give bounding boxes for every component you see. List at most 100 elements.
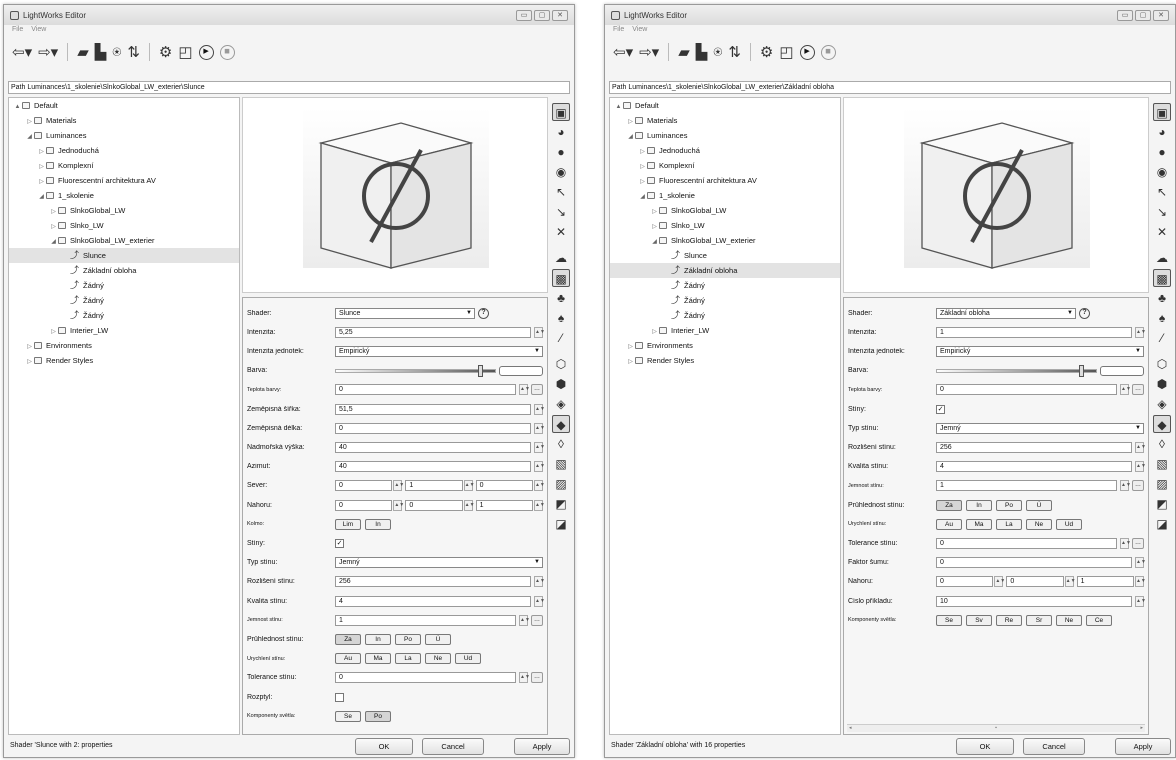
spot-icon[interactable]: ♠ [552,309,570,327]
cube-selected-icon[interactable]: ◆ [1153,415,1171,433]
sky-icon[interactable]: ▩ [1153,269,1171,287]
property-input[interactable]: 40 [335,461,531,473]
expand-icon[interactable]: ▷ [626,355,635,370]
play-icon[interactable]: ▶ [799,44,815,60]
menu-file[interactable]: File [613,26,624,36]
option-button[interactable]: La [996,518,1022,530]
tree-item[interactable]: ⤴ Žádný [9,308,239,323]
spin-button[interactable]: ▲▼ [393,499,404,511]
tree-item[interactable]: ▷ Materials [610,113,840,128]
tree-item[interactable]: ▷ Slnko_LW [610,218,840,233]
vector-input[interactable]: 0 [936,576,994,588]
expand-icon[interactable]: ▷ [25,355,34,370]
cloud-icon[interactable]: ☁ [552,249,570,267]
spin-button[interactable]: ▲▼ [519,672,530,684]
vector-input[interactable]: 0 [1006,576,1064,588]
vector-input[interactable]: 0 [475,480,533,492]
option-button[interactable]: In [365,518,391,530]
vector-input[interactable]: 0 [335,480,393,492]
cube-icon[interactable]: ⬡ [1153,355,1171,373]
maximize-button[interactable]: ▢ [534,9,550,21]
spin-button[interactable]: ▲▼ [1135,441,1146,453]
tree-item[interactable]: ⤴ Žádný [610,293,840,308]
spin-button[interactable]: ▲▼ [519,614,530,626]
path-field[interactable]: Path Luminances\1_skolenie\SlnkoGlobal_L… [609,81,1171,94]
property-dropdown[interactable]: Slunce ▼ [335,307,475,319]
slider-handle[interactable] [478,364,483,377]
spin-button[interactable]: ▲▼ [994,576,1005,588]
spin-button[interactable]: ▲▼ [1120,480,1131,492]
spin-button[interactable]: ▲▼ [533,499,545,511]
spin-button[interactable]: ▲▼ [1120,537,1131,549]
spin-button[interactable]: ▲▼ [393,480,404,492]
tree-item[interactable]: ▷ Komplexní [610,158,840,173]
tree-item[interactable]: ▷ Environments [9,338,239,353]
paint-cursor-icon[interactable]: ↘ [1153,203,1171,221]
option-button[interactable]: Ú [425,633,451,645]
tree-item[interactable]: ◢ 1_skolenie [610,188,840,203]
menu-view[interactable]: View [31,26,46,36]
vector-input[interactable]: 1 [475,499,533,511]
layout-icon[interactable]: ◰ [779,45,793,60]
option-button[interactable]: Sr [1026,614,1052,626]
reference-button[interactable]: … [1132,480,1144,492]
stop-icon[interactable]: ◼ [219,44,235,60]
reference-button[interactable]: … [531,672,543,684]
spin-button[interactable]: ▲▼ [463,480,475,492]
slider-handle[interactable] [1079,364,1084,377]
option-button[interactable]: Ud [455,653,481,665]
sphere-icon[interactable]: ◕ [1153,123,1171,141]
export-icon[interactable]: ⍟ [112,45,121,60]
tree-item[interactable]: ⤴ Žádný [610,308,840,323]
property-input[interactable]: 0 [936,537,1117,549]
tree-item[interactable]: ▷ Render Styles [9,353,239,368]
close-button[interactable]: ✕ [552,9,568,21]
cube-light-icon[interactable]: ⬢ [552,375,570,393]
tree-item[interactable]: ⤴ Slunce [610,248,840,263]
option-button[interactable]: Ud [1056,518,1082,530]
property-checkbox[interactable] [335,692,344,702]
property-dropdown[interactable]: Empirický ▼ [335,345,543,357]
spin-button[interactable]: ▲▼ [1135,326,1146,338]
back-arrow-icon[interactable]: ⇦▾ [613,45,633,60]
close-button[interactable]: ✕ [1153,9,1169,21]
tree-item[interactable]: ⤴ Žádný [9,293,239,308]
sort-icon[interactable]: ⇅ [127,45,140,60]
cross-icon[interactable]: ✕ [1153,223,1171,241]
option-button[interactable]: Au [936,518,962,530]
vector-input[interactable]: 1 [405,480,463,492]
reference-button[interactable]: … [531,614,543,626]
property-dropdown[interactable]: Jemný ▼ [936,422,1144,434]
tree-item[interactable]: ▷ Slnko_LW [9,218,239,233]
vector-input[interactable]: 0 [335,499,393,511]
property-input[interactable]: 0 [936,384,1117,396]
cube-partial-icon[interactable]: ◩ [552,495,570,513]
cube-scatter-icon[interactable]: ◊ [552,435,570,453]
small-sphere-icon[interactable]: ● [552,143,570,161]
cloud-icon[interactable]: ☁ [1153,249,1171,267]
option-button[interactable]: Ce [1086,614,1112,626]
spin-button[interactable]: ▲▼ [1064,576,1076,588]
tree-item[interactable]: ▷ Fluorescentní architektura AV [610,173,840,188]
option-button[interactable]: Ne [425,653,451,665]
option-button[interactable]: Se [335,710,361,722]
cube-shadow-icon[interactable]: ◈ [1153,395,1171,413]
cursor-icon[interactable]: ↖ [1153,183,1171,201]
tree-item[interactable]: ▷ Jednoduchá [610,143,840,158]
option-button[interactable]: Se [936,614,962,626]
import-icon[interactable]: ▙ [696,45,708,60]
reference-button[interactable]: … [531,384,543,396]
property-dropdown[interactable]: Empirický ▼ [936,345,1144,357]
reference-button[interactable]: … [1132,384,1144,396]
cube-fill-icon[interactable]: ▧ [1153,455,1171,473]
option-button[interactable]: Ne [1056,614,1082,626]
property-dropdown[interactable]: Základní obloha ▼ [936,307,1076,319]
spin-button[interactable]: ▲▼ [534,422,545,434]
spin-button[interactable]: ▲▼ [1135,461,1146,473]
property-input[interactable]: 5,25 [335,326,531,338]
layout-icon[interactable]: ◰ [178,45,192,60]
spin-button[interactable]: ▲▼ [534,326,545,338]
option-button[interactable]: In [966,499,992,511]
apply-button[interactable]: Apply [514,738,570,755]
option-button[interactable]: La [395,653,421,665]
